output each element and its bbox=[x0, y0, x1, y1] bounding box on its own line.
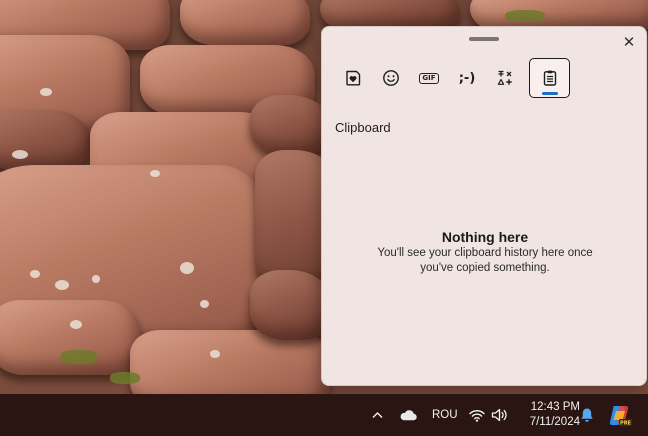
clock-time: 12:43 PM bbox=[530, 401, 580, 413]
empty-state-title: Nothing here bbox=[441, 229, 529, 245]
tab-emoji[interactable] bbox=[372, 58, 410, 98]
tab-kaomoji[interactable]: ;-) bbox=[448, 58, 486, 98]
wallpaper-moss bbox=[505, 10, 545, 22]
network-button[interactable] bbox=[469, 394, 485, 436]
wallpaper-lichen bbox=[150, 170, 160, 177]
heart-sticker-icon bbox=[346, 70, 361, 86]
wallpaper-lichen bbox=[92, 275, 100, 283]
notification-bell-icon bbox=[581, 408, 593, 422]
input-language-indicator[interactable]: ROU bbox=[432, 394, 458, 436]
wallpaper-stone bbox=[0, 110, 90, 170]
emoji-clipboard-panel: ✕ GIF ;-) Clipboard Nothing here You'll … bbox=[321, 26, 647, 386]
show-hidden-icons-button[interactable] bbox=[372, 394, 383, 436]
close-icon: ✕ bbox=[622, 32, 636, 51]
tab-stickers[interactable] bbox=[334, 58, 372, 98]
clock-button[interactable]: 12:43 PM 7/11/2024 bbox=[518, 394, 580, 436]
wallpaper-lichen bbox=[200, 300, 209, 308]
chevron-up-icon bbox=[372, 412, 383, 418]
tab-symbols[interactable] bbox=[486, 58, 524, 98]
taskbar: ROU 12:43 PM 7/11/2024 PRE bbox=[0, 394, 648, 436]
empty-state-description: You'll see your clipboard history here o… bbox=[377, 247, 593, 274]
copilot-icon: PRE bbox=[609, 406, 632, 427]
symbols-icon bbox=[497, 70, 512, 85]
close-button[interactable]: ✕ bbox=[618, 31, 640, 53]
wallpaper-stone bbox=[250, 95, 330, 155]
notifications-button[interactable] bbox=[580, 394, 594, 436]
wallpaper-moss bbox=[110, 372, 140, 384]
wallpaper-lichen bbox=[30, 270, 40, 278]
wallpaper-lichen bbox=[55, 280, 69, 290]
wallpaper-lichen bbox=[180, 262, 194, 274]
wallpaper-moss bbox=[60, 350, 98, 364]
smiley-icon bbox=[383, 70, 399, 86]
drag-handle[interactable] bbox=[469, 37, 499, 41]
section-title: Clipboard bbox=[335, 120, 391, 135]
tab-gif[interactable]: GIF bbox=[410, 58, 448, 98]
active-tab-indicator bbox=[542, 92, 558, 95]
wallpaper-lichen bbox=[12, 150, 28, 159]
wallpaper-lichen bbox=[210, 350, 220, 358]
kaomoji-icon: ;-) bbox=[458, 70, 476, 86]
onedrive-cloud-icon bbox=[400, 410, 417, 421]
gif-icon: GIF bbox=[419, 72, 439, 84]
onedrive-button[interactable] bbox=[399, 394, 417, 436]
svg-text:PRE: PRE bbox=[620, 421, 632, 427]
wallpaper-lichen bbox=[40, 88, 52, 96]
wallpaper-stone bbox=[250, 270, 330, 340]
clock-date: 7/11/2024 bbox=[529, 416, 580, 428]
volume-icon bbox=[491, 408, 507, 422]
panel-tabs: GIF ;-) bbox=[334, 58, 570, 98]
wifi-icon bbox=[469, 409, 485, 422]
copilot-button[interactable]: PRE bbox=[608, 394, 632, 436]
tab-clipboard[interactable] bbox=[529, 58, 570, 98]
clipboard-icon bbox=[543, 70, 556, 86]
volume-button[interactable] bbox=[491, 394, 508, 436]
wallpaper-stone bbox=[180, 0, 310, 45]
wallpaper-lichen bbox=[70, 320, 82, 329]
